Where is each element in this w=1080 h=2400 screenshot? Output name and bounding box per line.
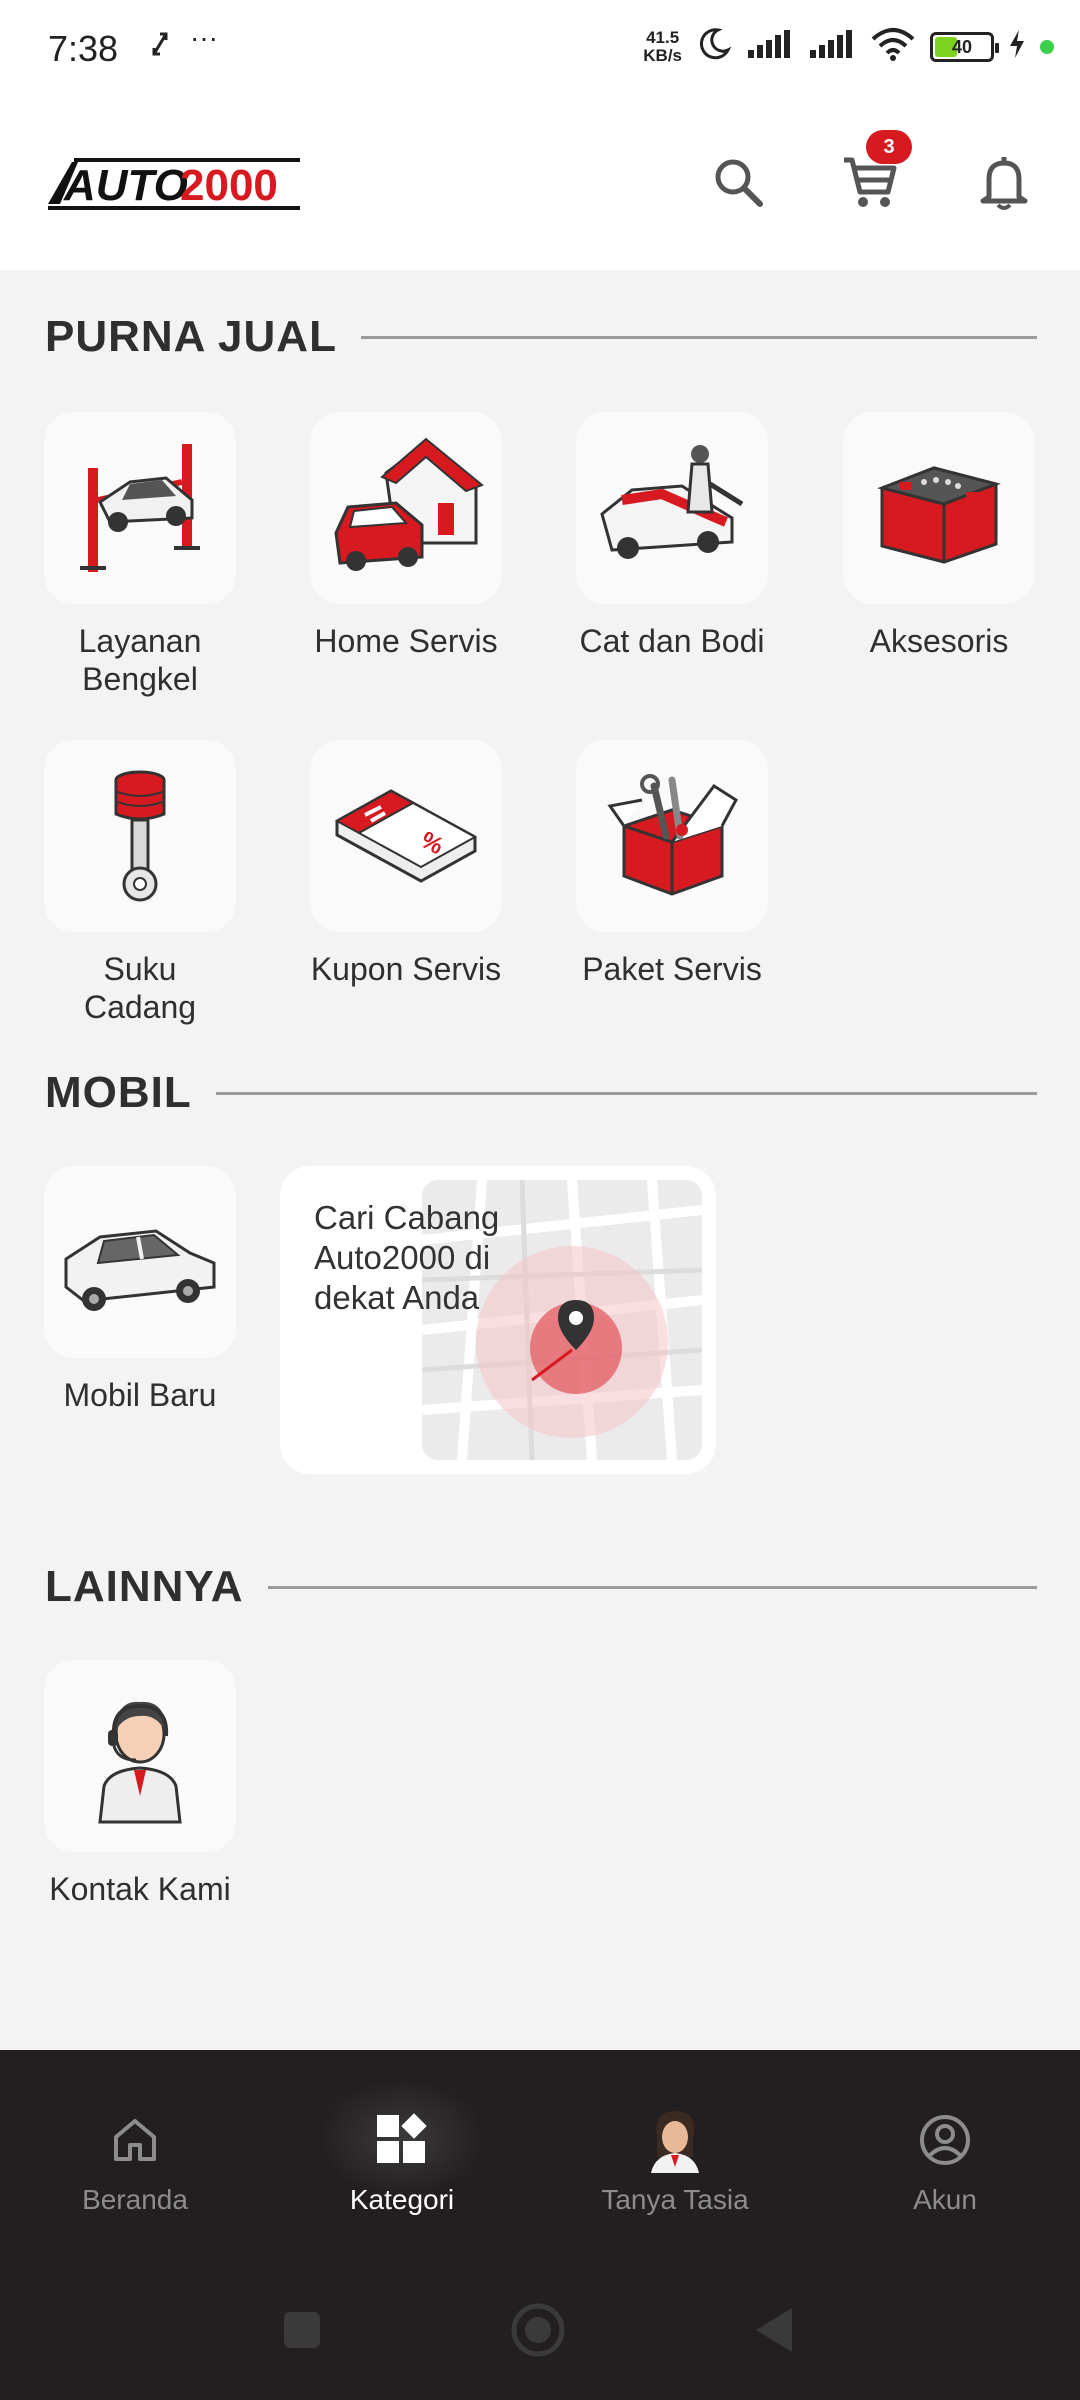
- piston-icon: [44, 740, 236, 932]
- section-title: MOBIL: [45, 1068, 192, 1117]
- tile-home-servis[interactable]: Home Servis: [310, 412, 502, 660]
- nav-label: Akun: [913, 2184, 977, 2215]
- home-service-icon: [310, 412, 502, 604]
- bell-icon: [977, 153, 1031, 216]
- moon-icon: [696, 26, 732, 67]
- tile-cat-dan-bodi[interactable]: Cat dan Bodi: [576, 412, 768, 660]
- battery-icon: [843, 412, 1035, 604]
- status-icons: 41.5 KB/s 40: [643, 26, 1054, 67]
- nav-label: Kategori: [349, 2184, 455, 2215]
- tile-paket-servis[interactable]: Paket Servis: [576, 740, 768, 988]
- section-divider: [267, 1585, 1037, 1589]
- coupon-icon: %: [310, 740, 502, 932]
- net-speed: 41.5 KB/s: [643, 27, 682, 65]
- cart-button[interactable]: 3: [834, 130, 912, 220]
- tile-mobil-baru[interactable]: Mobil Baru: [44, 1166, 236, 1414]
- section-divider: [360, 335, 1037, 339]
- search-icon: [711, 155, 765, 214]
- section-divider: [215, 1091, 1037, 1095]
- tile-label: Cat dan Bodi: [579, 623, 765, 659]
- back-button[interactable]: [752, 2306, 794, 2359]
- section-mobil: MOBIL: [45, 1068, 1037, 1118]
- tile-label: Home Servis: [314, 623, 498, 659]
- new-car-icon: [44, 1166, 236, 1358]
- find-branch-text: Cari Cabang Auto2000 di dekat Anda: [314, 1199, 500, 1316]
- auto2000-logo[interactable]: AUTO 2000: [44, 154, 304, 212]
- nav-label: Tanya Tasia: [601, 2184, 749, 2215]
- car-lift-icon: [44, 412, 236, 604]
- expand-icon: [150, 30, 170, 65]
- tile-label: Paket Servis: [582, 951, 762, 987]
- find-branch-card[interactable]: Cari Cabang Auto2000 di dekat Anda: [280, 1166, 716, 1474]
- nav-label: Beranda: [82, 2184, 188, 2215]
- status-bar: 7:38 ··· 41.5 KB/s 40: [0, 0, 1080, 100]
- bottom-nav: Beranda Kategori Tanya Tasia Akun: [0, 2050, 1080, 2260]
- nav-akun[interactable]: Akun: [810, 2050, 1080, 2260]
- privacy-indicator: [1040, 39, 1054, 54]
- svg-text:2000: 2000: [180, 161, 278, 210]
- tile-label: Suku Cadang: [83, 951, 197, 1025]
- tile-label: Aksesoris: [869, 623, 1009, 659]
- svg-text:AUTO: AUTO: [63, 161, 188, 210]
- cart-badge: 3: [866, 130, 912, 164]
- tile-label: Layanan Bengkel: [78, 623, 202, 697]
- tile-label: Kupon Servis: [310, 951, 502, 987]
- status-time: 7:38: [48, 28, 119, 69]
- battery-icon: 40: [930, 31, 999, 62]
- toolbox-icon: [576, 740, 768, 932]
- app-header: AUTO 2000 3: [0, 100, 1080, 270]
- notification-button[interactable]: [968, 148, 1040, 220]
- tile-kupon-servis[interactable]: % Kupon Servis: [310, 740, 502, 988]
- tile-layanan-bengkel[interactable]: Layanan Bengkel: [44, 412, 236, 698]
- grid-icon: [362, 2100, 442, 2180]
- nav-kategori[interactable]: Kategori: [267, 2050, 537, 2260]
- section-lainnya: LAINNYA: [45, 1562, 1037, 1612]
- tile-suku-cadang[interactable]: Suku Cadang: [44, 740, 236, 1026]
- tile-label: Kontak Kami: [49, 1871, 231, 1907]
- signal-icon: [746, 28, 794, 65]
- section-title: PURNA JUAL: [45, 312, 337, 361]
- recents-button[interactable]: [282, 2310, 322, 2355]
- more-dots-icon: ···: [190, 22, 218, 53]
- charging-icon: [1008, 29, 1026, 64]
- nav-beranda[interactable]: Beranda: [0, 2050, 270, 2260]
- section-purna-jual: PURNA JUAL: [45, 312, 1037, 362]
- account-icon: [905, 2100, 985, 2180]
- nav-tanya-tasia[interactable]: Tanya Tasia: [540, 2050, 810, 2260]
- signal-icon-2: [808, 28, 856, 65]
- customer-service-icon: [44, 1660, 236, 1852]
- tile-label: Mobil Baru: [63, 1377, 217, 1413]
- wifi-icon: [870, 27, 916, 66]
- system-nav-bar: [0, 2260, 1080, 2400]
- tile-aksesoris[interactable]: Aksesoris: [843, 412, 1035, 660]
- section-title: LAINNYA: [45, 1562, 244, 1611]
- car-paint-icon: [576, 412, 768, 604]
- home-system-button[interactable]: [510, 2302, 566, 2363]
- home-icon: [95, 2100, 175, 2180]
- search-button[interactable]: [702, 148, 774, 220]
- tile-kontak-kami[interactable]: Kontak Kami: [44, 1660, 236, 1908]
- assistant-avatar-icon: [635, 2100, 715, 2180]
